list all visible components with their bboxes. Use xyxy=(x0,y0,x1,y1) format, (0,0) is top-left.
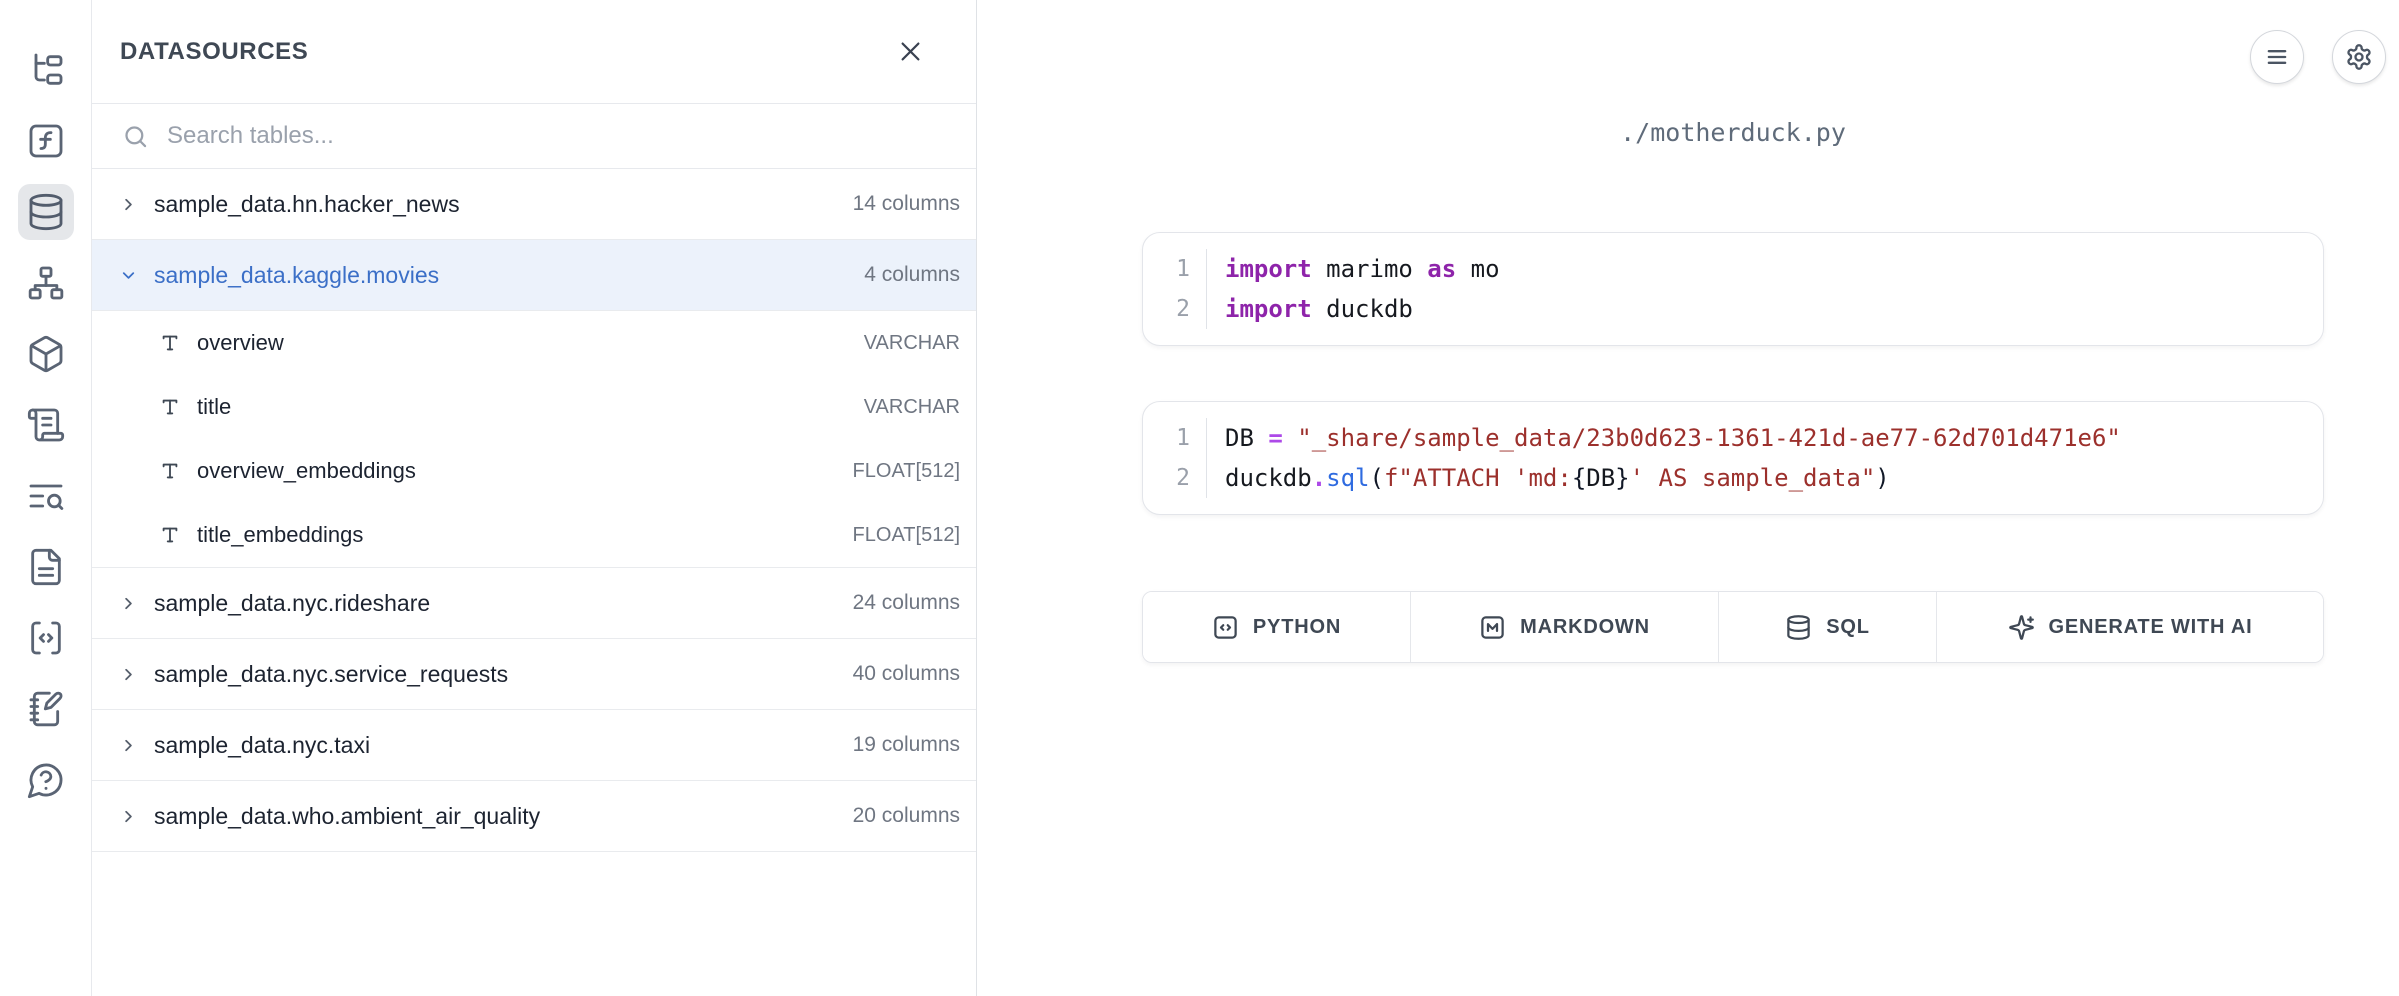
documentation-file-icon[interactable] xyxy=(18,539,74,595)
code-editor[interactable]: DB = "_share/sample_data/23b0d623-1361-4… xyxy=(1207,418,2323,498)
table-row[interactable]: sample_data.kaggle.movies 4 columns xyxy=(92,240,976,311)
table-column-count: 4 columns xyxy=(864,263,960,287)
panel-header: DATASOURCES xyxy=(92,0,976,104)
add-markdown-label: MARKDOWN xyxy=(1520,616,1650,639)
table-name: sample_data.hn.hacker_news xyxy=(154,191,460,218)
column-type: FLOAT[512] xyxy=(853,460,960,483)
close-panel-button[interactable] xyxy=(890,32,930,72)
table-name: sample_data.who.ambient_air_quality xyxy=(154,803,540,830)
text-type-icon xyxy=(158,523,182,547)
code-line: import marimo as mo xyxy=(1225,249,2323,289)
close-icon xyxy=(897,38,924,65)
scroll-script-icon[interactable] xyxy=(18,397,74,453)
add-markdown-cell-button[interactable]: MARKDOWN xyxy=(1410,592,1718,662)
cells-container: 12import marimo as moimport duckdb12DB =… xyxy=(1142,232,2324,515)
function-square-icon[interactable] xyxy=(18,113,74,169)
column-row[interactable]: overview VARCHAR xyxy=(92,311,976,375)
snippets-code-icon[interactable] xyxy=(18,610,74,666)
table-column-count: 20 columns xyxy=(853,804,960,828)
search-input[interactable] xyxy=(167,122,956,150)
table-list: sample_data.hn.hacker_news14 columnssamp… xyxy=(92,169,976,996)
logs-search-icon[interactable] xyxy=(18,468,74,524)
column-type: VARCHAR xyxy=(864,396,960,419)
notebook-column: ./motherduck.py 12import marimo as moimp… xyxy=(1142,0,2324,663)
chevron-right-icon xyxy=(118,593,138,613)
code-square-icon xyxy=(1212,614,1239,641)
table-name: sample_data.nyc.taxi xyxy=(154,732,370,759)
notebook-filename: ./motherduck.py xyxy=(1142,118,2324,147)
column-row[interactable]: overview_embeddings FLOAT[512] xyxy=(92,439,976,503)
tool-rail xyxy=(0,0,92,996)
datasources-database-icon[interactable] xyxy=(18,184,74,240)
column-type: VARCHAR xyxy=(864,332,960,355)
text-type-icon xyxy=(158,331,182,355)
code-line: import duckdb xyxy=(1225,289,2323,329)
column-type: FLOAT[512] xyxy=(853,524,960,547)
add-sql-label: SQL xyxy=(1826,616,1870,639)
notebook-topbar xyxy=(2250,30,2386,84)
chevron-right-icon xyxy=(118,735,138,755)
code-line: duckdb.sql(f"ATTACH 'md:{DB}' AS sample_… xyxy=(1225,458,2323,498)
table-name: sample_data.nyc.service_requests xyxy=(154,661,508,688)
column-name: overview xyxy=(197,330,284,356)
chevron-right-icon xyxy=(118,664,138,684)
table-row[interactable]: sample_data.nyc.service_requests 40 colum… xyxy=(92,639,976,710)
markdown-square-icon xyxy=(1479,614,1506,641)
help-chat-icon[interactable] xyxy=(18,752,74,808)
add-sql-cell-button[interactable]: SQL xyxy=(1718,592,1936,662)
line-number-gutter: 12 xyxy=(1143,249,1207,329)
add-python-label: PYTHON xyxy=(1253,616,1341,639)
text-type-icon xyxy=(158,395,182,419)
line-number-gutter: 12 xyxy=(1143,418,1207,498)
add-python-cell-button[interactable]: PYTHON xyxy=(1143,592,1410,662)
chevron-right-icon xyxy=(118,806,138,826)
table-column-count: 24 columns xyxy=(853,591,960,615)
app-window: DATASOURCES sample_data.hn.hacker_news 14… xyxy=(0,0,2399,996)
column-group: overview VARCHAR title VARCHAR overview_embe… xyxy=(92,311,976,568)
chevron-right-icon xyxy=(118,194,138,214)
column-row[interactable]: title VARCHAR xyxy=(92,375,976,439)
table-column-count: 19 columns xyxy=(853,733,960,757)
text-type-icon xyxy=(158,459,182,483)
panel-title: DATASOURCES xyxy=(120,38,308,66)
add-cell-bar: PYTHON MARKDOWN SQL GENERATE WITH AI xyxy=(1142,591,2324,663)
scratchpad-notebook-icon[interactable] xyxy=(18,681,74,737)
table-row[interactable]: sample_data.hn.hacker_news 14 columns xyxy=(92,169,976,240)
hamburger-menu-icon xyxy=(2263,43,2291,71)
chevron-down-icon xyxy=(118,265,138,285)
code-line: DB = "_share/sample_data/23b0d623-1361-4… xyxy=(1225,418,2323,458)
gear-icon xyxy=(2345,43,2373,71)
table-column-count: 40 columns xyxy=(853,662,960,686)
settings-button[interactable] xyxy=(2332,30,2386,84)
code-cell[interactable]: 12 DB = "_share/sample_data/23b0d623-1361… xyxy=(1142,401,2324,515)
code-editor[interactable]: import marimo as moimport duckdb xyxy=(1207,249,2323,329)
database-icon xyxy=(1785,614,1812,641)
search-icon xyxy=(122,123,149,150)
table-column-count: 14 columns xyxy=(853,192,960,216)
table-name: sample_data.kaggle.movies xyxy=(154,262,439,289)
column-row[interactable]: title_embeddings FLOAT[512] xyxy=(92,503,976,567)
file-tree-icon[interactable] xyxy=(18,42,74,98)
menu-button[interactable] xyxy=(2250,30,2304,84)
table-name: sample_data.nyc.rideshare xyxy=(154,590,430,617)
generate-with-ai-label: GENERATE WITH AI xyxy=(2049,616,2253,639)
datasources-panel: DATASOURCES sample_data.hn.hacker_news 14… xyxy=(92,0,977,996)
column-name: title xyxy=(197,394,231,420)
dependency-graph-icon[interactable] xyxy=(18,255,74,311)
generate-with-ai-button[interactable]: GENERATE WITH AI xyxy=(1936,592,2323,662)
sparkles-icon xyxy=(2008,614,2035,641)
code-cell[interactable]: 12import marimo as moimport duckdb xyxy=(1142,232,2324,346)
column-name: title_embeddings xyxy=(197,522,363,548)
table-row[interactable]: sample_data.nyc.rideshare 24 columns xyxy=(92,568,976,639)
packages-box-icon[interactable] xyxy=(18,326,74,382)
column-name: overview_embeddings xyxy=(197,458,416,484)
table-row[interactable]: sample_data.who.ambient_air_quality 20 co… xyxy=(92,781,976,852)
notebook-main: ./motherduck.py 12import marimo as moimp… xyxy=(977,0,2399,996)
table-search xyxy=(92,104,976,169)
table-row[interactable]: sample_data.nyc.taxi 19 columns xyxy=(92,710,976,781)
